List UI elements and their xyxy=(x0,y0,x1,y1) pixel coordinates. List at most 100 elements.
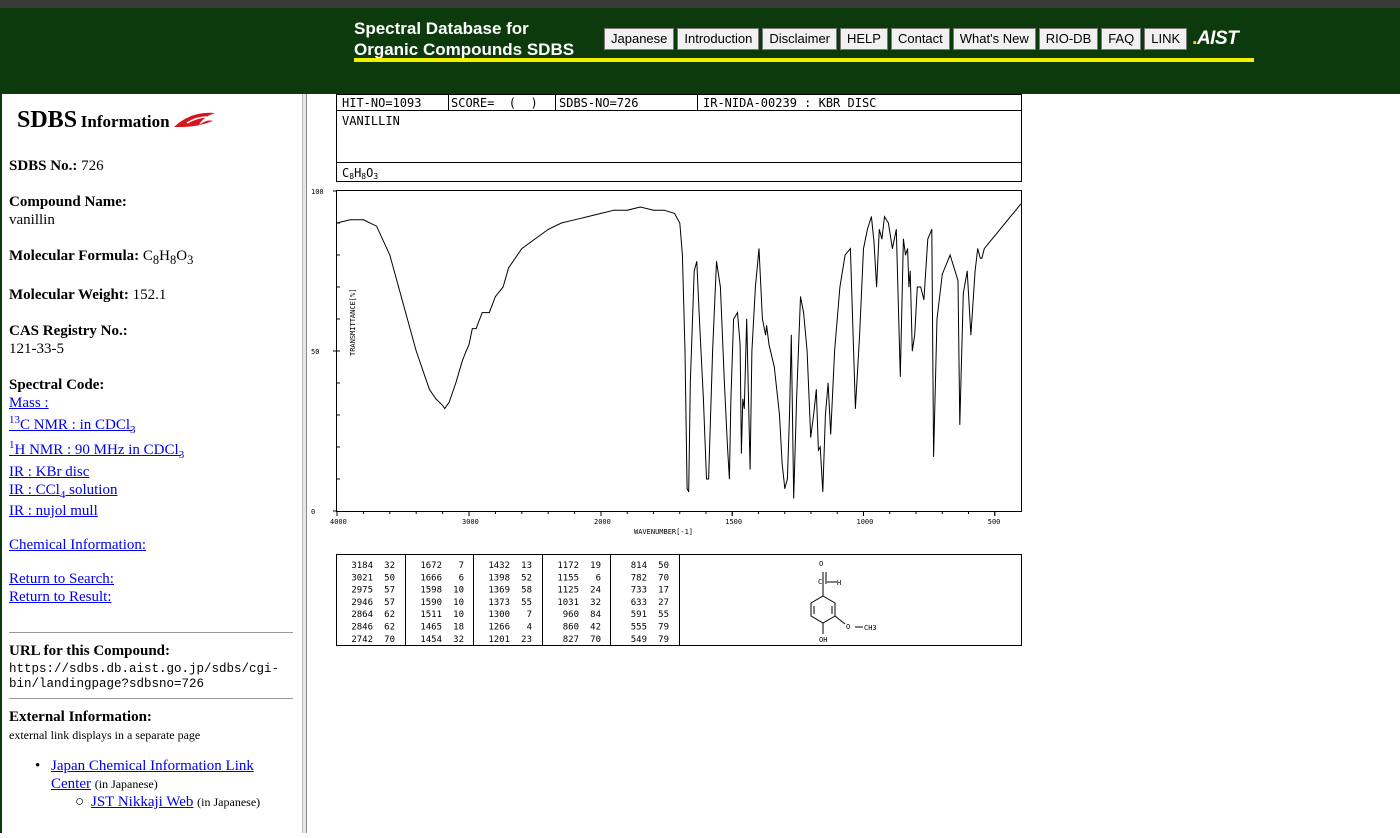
spectrum-point xyxy=(941,273,943,275)
nav-whats-new[interactable]: What's New xyxy=(952,28,1036,50)
aist-logo[interactable]: .AIST xyxy=(1192,28,1239,50)
spectrum-point xyxy=(977,248,979,250)
spectrum-point xyxy=(970,334,972,336)
peak-wavenumber: 3184 xyxy=(351,561,373,571)
peak-transmittance: 6 xyxy=(596,573,601,583)
spectrum-plot: 100500 4000 3000 2000 1500 1000 500 TRANSMITT… xyxy=(311,188,1022,536)
spectrum-point xyxy=(873,241,875,243)
spectrum-point xyxy=(663,209,665,211)
site-title[interactable]: Spectral Database for Organic Compounds … xyxy=(354,18,574,60)
peak-wavenumber: 1672 xyxy=(420,561,442,571)
link-ir-nujol[interactable]: IR : nujol mull xyxy=(9,503,98,519)
nav-japanese[interactable]: Japanese xyxy=(604,28,675,50)
spectrum-point xyxy=(765,334,766,336)
link-1h-nmr[interactable]: 1H NMR : 90 MHz in CDCl3 xyxy=(9,439,184,461)
peak-wavenumber: 1201 xyxy=(488,635,510,645)
spectrum-point xyxy=(708,478,709,480)
spectrum-point xyxy=(878,229,880,230)
spectrum-point xyxy=(488,312,490,313)
spectrum-point xyxy=(784,488,786,489)
link-jcilc-line2[interactable]: Center xyxy=(51,776,91,792)
nav-introduction[interactable]: Introduction xyxy=(677,28,760,50)
nav-faq[interactable]: FAQ xyxy=(1101,28,1142,50)
spectrum-point xyxy=(881,238,883,240)
spectrum-point xyxy=(884,216,885,217)
compound-name-value: vanillin xyxy=(9,212,55,228)
spectrum-point xyxy=(803,312,804,313)
spectrum-point xyxy=(495,296,496,297)
sdbs-no-row: SDBS No.: 726 xyxy=(9,158,104,175)
peak-transmittance: 84 xyxy=(590,610,601,620)
spectrum-point xyxy=(448,401,450,403)
external-note: external link displays in a separate pag… xyxy=(9,728,201,742)
link-chemical-information[interactable]: Chemical Information: xyxy=(9,537,146,553)
cas-label: CAS Registry No.: xyxy=(9,323,128,339)
spectrum-point xyxy=(693,270,695,272)
spectrum-point xyxy=(716,261,717,262)
url-line2[interactable]: bin/landingpage?sdbsno=726 xyxy=(9,677,204,692)
peak-wavenumber: 1398 xyxy=(488,573,510,583)
peak-transmittance: 62 xyxy=(384,623,395,633)
peak-transmittance: 70 xyxy=(384,635,395,645)
spectrum-point xyxy=(686,488,688,489)
nav-contact[interactable]: Contact xyxy=(890,28,950,50)
peak-wavenumber: 1031 xyxy=(557,598,579,608)
peak-transmittance: 17 xyxy=(658,586,669,596)
link-return-search[interactable]: Return to Search: xyxy=(9,571,114,587)
spectrum-point xyxy=(949,254,951,256)
peak-wavenumber: 1590 xyxy=(420,598,442,608)
spectrum-point xyxy=(895,229,897,230)
nav-rio-db[interactable]: RIO-DB xyxy=(1038,28,1099,50)
nav-link[interactable]: LINK xyxy=(1144,28,1188,50)
spectrum-point xyxy=(703,398,704,400)
peak-wavenumber: 733 xyxy=(631,586,647,596)
spectrum-point xyxy=(920,286,922,288)
spectrum-point xyxy=(444,408,446,409)
nav-help[interactable]: HELP xyxy=(840,28,888,50)
struct-label-o-top: O xyxy=(819,560,823,568)
spectrum-point xyxy=(822,491,824,493)
url-line1[interactable]: https://sdbs.db.aist.go.jp/sdbs/cgi- xyxy=(9,662,279,677)
peak-transmittance: 13 xyxy=(521,561,532,571)
spectrum-point xyxy=(688,491,690,493)
spectrum-point xyxy=(600,213,602,214)
compound-name-label: Compound Name: xyxy=(9,194,127,210)
spectrum-point xyxy=(1004,222,1006,224)
nav-disclaimer[interactable]: Disclaimer xyxy=(762,28,837,50)
link-jst-nikkaji[interactable]: JST Nikkaji Web xyxy=(91,794,193,810)
spectrum-point xyxy=(502,286,504,288)
link-ir-kbr[interactable]: IR : KBr disc xyxy=(9,464,89,480)
peak-wavenumber: 2864 xyxy=(351,610,373,620)
peak-wavenumber: 2975 xyxy=(351,586,373,596)
site-title-line1: Spectral Database for xyxy=(354,19,529,38)
peak-wavenumber: 1465 xyxy=(420,623,442,633)
spectrum-point xyxy=(909,270,911,272)
peak-transmittance: 10 xyxy=(453,610,464,620)
peak-transmittance: 6 xyxy=(459,573,464,583)
peak-transmittance: 7 xyxy=(459,561,464,571)
link-ir-ccl4[interactable]: IR : CCl4 solution xyxy=(9,482,117,501)
peak-transmittance: 57 xyxy=(384,586,395,596)
link-13c-nmr[interactable]: 13C NMR : in CDCl3 xyxy=(9,414,136,436)
peak-transmittance: 58 xyxy=(521,586,532,596)
spectrum-point xyxy=(336,222,338,224)
link-jcilc-line1[interactable]: Japan Chemical Information Link xyxy=(51,758,254,774)
spectrum-point xyxy=(682,254,683,256)
link-return-result[interactable]: Return to Result: xyxy=(9,589,112,605)
y-tick-label: 0 xyxy=(311,508,315,516)
spectrum-point xyxy=(899,376,901,377)
spectrum-point xyxy=(674,213,675,214)
spectrum-point xyxy=(561,222,562,224)
peak-wavenumber: 2946 xyxy=(351,598,373,608)
url-label: URL for this Compound: xyxy=(9,643,171,659)
header-underline xyxy=(354,58,1254,62)
spectrum-point xyxy=(936,318,938,320)
peak-transmittance: 23 xyxy=(521,635,532,645)
link-mass[interactable]: Mass : xyxy=(9,395,49,411)
spectrum-point xyxy=(916,286,918,288)
spectrum-point xyxy=(966,270,968,272)
struct-label-h: H xyxy=(837,579,841,587)
spectrum-point xyxy=(957,280,959,281)
spectrum-sdbs-no: SDBS-NO=726 xyxy=(559,96,638,110)
spectrum-point xyxy=(789,414,790,416)
